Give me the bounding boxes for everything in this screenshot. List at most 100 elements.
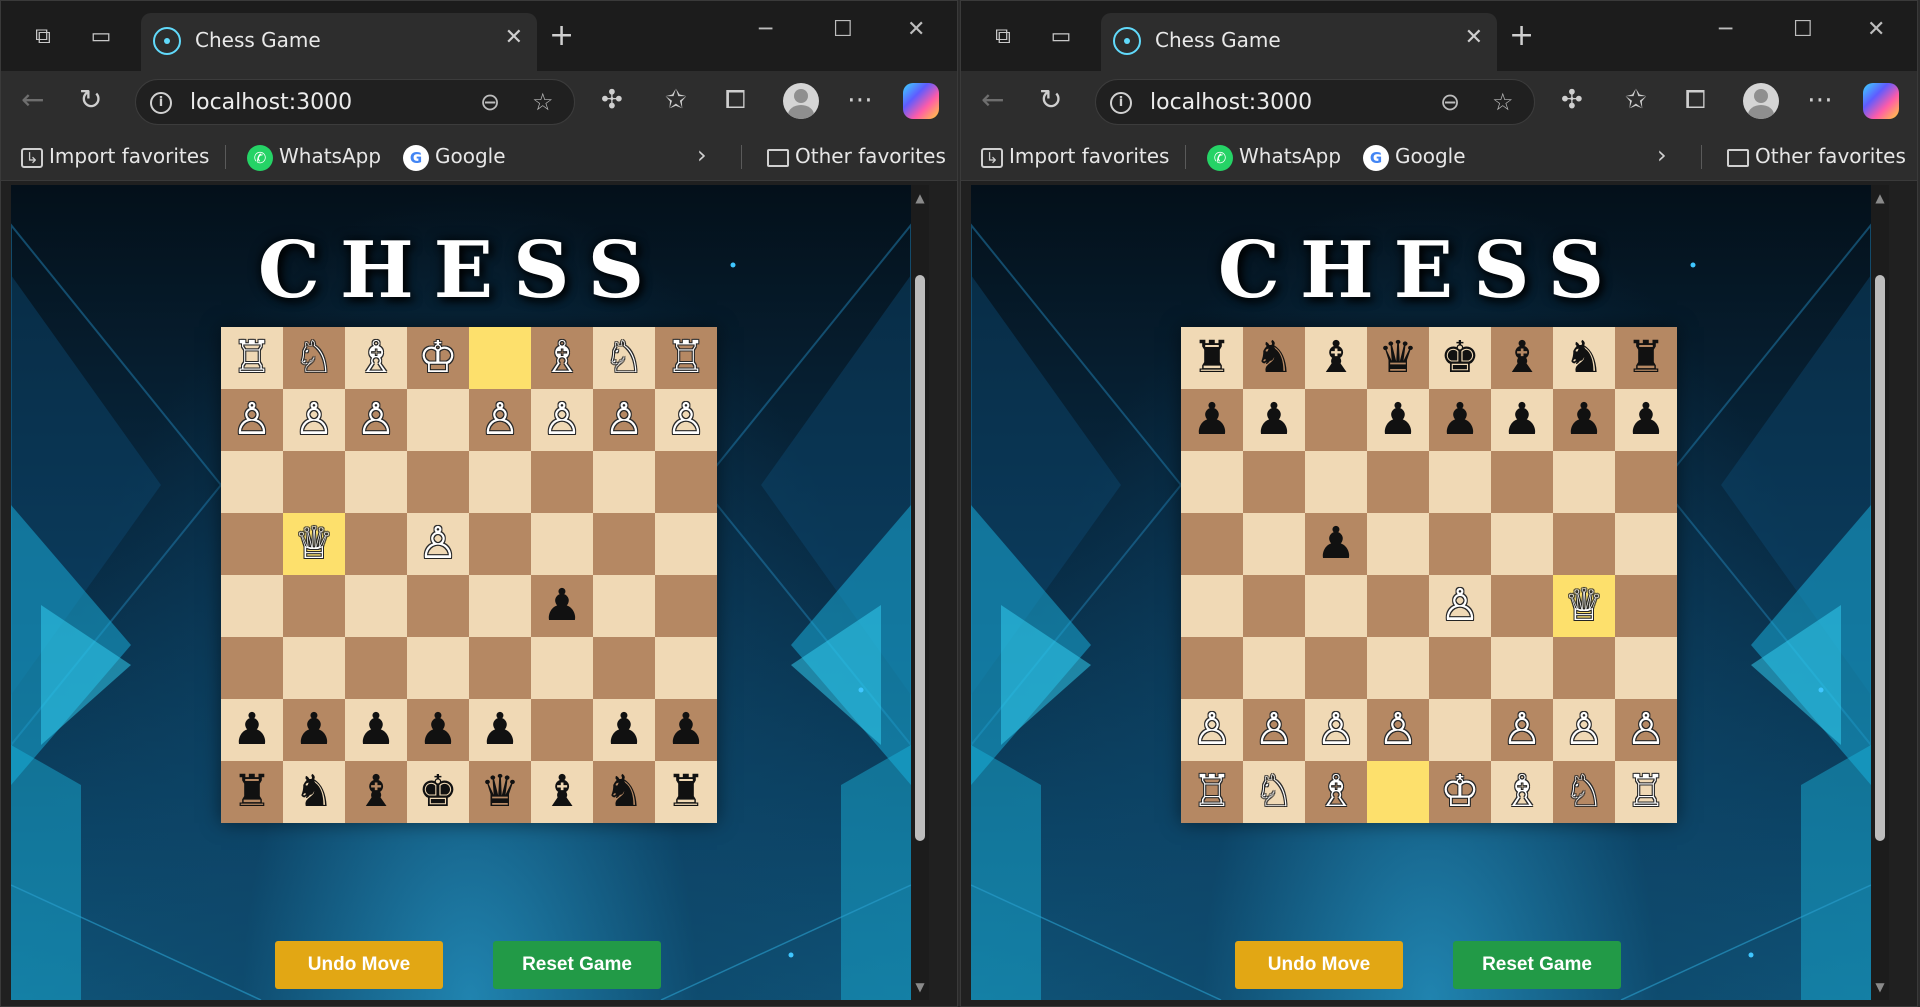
board-square[interactable] — [407, 637, 469, 699]
tab-chess-game[interactable]: Chess Game ✕ — [1101, 13, 1497, 71]
fav-whatsapp[interactable]: ✆ WhatsApp — [1207, 144, 1341, 171]
white-pawn-icon[interactable]: ♙ — [542, 389, 581, 451]
board-square[interactable]: ♚ — [1429, 327, 1491, 389]
white-rook-icon[interactable]: ♖ — [1626, 761, 1665, 823]
board-square[interactable] — [1429, 513, 1491, 575]
undo-move-button[interactable]: Undo Move — [275, 941, 443, 989]
board-square[interactable] — [1181, 575, 1243, 637]
board-square[interactable] — [407, 575, 469, 637]
board-square[interactable]: ♖ — [1615, 761, 1677, 823]
scroll-thumb[interactable] — [1875, 274, 1885, 841]
refresh-icon[interactable]: ↻ — [79, 85, 102, 115]
board-square[interactable]: ♟ — [345, 699, 407, 761]
board-square[interactable] — [1305, 451, 1367, 513]
black-pawn-icon[interactable]: ♟ — [294, 699, 333, 761]
white-pawn-icon[interactable]: ♙ — [1502, 699, 1541, 761]
site-info-icon[interactable]: i — [150, 92, 172, 114]
scroll-up-icon[interactable]: ▲ — [1873, 191, 1887, 205]
board-square[interactable]: ♙ — [1491, 699, 1553, 761]
site-info-icon[interactable]: i — [1110, 92, 1132, 114]
board-square[interactable]: ♝ — [1305, 327, 1367, 389]
white-bishop-icon[interactable]: ♗ — [1502, 761, 1541, 823]
board-square[interactable]: ♕ — [283, 513, 345, 575]
board-square[interactable]: ♞ — [593, 761, 655, 823]
address-bar[interactable]: i localhost:3000 ⊖ ☆ — [1095, 79, 1535, 125]
black-rook-icon[interactable]: ♜ — [232, 761, 271, 823]
board-square[interactable] — [1553, 513, 1615, 575]
board-square[interactable]: ♟ — [593, 699, 655, 761]
board-square[interactable] — [593, 637, 655, 699]
board-square[interactable]: ♚ — [407, 761, 469, 823]
board-square[interactable] — [345, 451, 407, 513]
zoom-out-icon[interactable]: ⊖ — [480, 88, 500, 116]
board-square[interactable] — [1367, 637, 1429, 699]
white-pawn-icon[interactable]: ♙ — [1626, 699, 1665, 761]
black-bishop-icon[interactable]: ♝ — [356, 761, 395, 823]
board-square[interactable]: ♖ — [655, 327, 717, 389]
scroll-down-icon[interactable]: ▼ — [1873, 980, 1887, 994]
board-square[interactable]: ♜ — [655, 761, 717, 823]
black-pawn-icon[interactable]: ♟ — [1502, 389, 1541, 451]
board-square[interactable]: ♙ — [221, 389, 283, 451]
chevron-right-icon[interactable]: › — [697, 141, 707, 169]
board-square[interactable]: ♖ — [1181, 761, 1243, 823]
board-square[interactable]: ♜ — [1615, 327, 1677, 389]
star-icon[interactable]: ☆ — [532, 88, 554, 116]
board-square[interactable] — [1553, 451, 1615, 513]
white-king-icon[interactable]: ♔ — [1440, 761, 1479, 823]
board-square[interactable] — [1181, 451, 1243, 513]
refresh-icon[interactable]: ↻ — [1039, 85, 1062, 115]
board-square[interactable] — [283, 451, 345, 513]
board-square[interactable] — [1243, 575, 1305, 637]
new-tab-button[interactable]: + — [549, 21, 574, 51]
black-rook-icon[interactable]: ♜ — [666, 761, 705, 823]
zoom-out-icon[interactable]: ⊖ — [1440, 88, 1460, 116]
board-square[interactable]: ♟ — [531, 575, 593, 637]
avatar[interactable] — [1743, 83, 1779, 119]
board-square[interactable] — [1615, 575, 1677, 637]
board-square[interactable] — [1367, 575, 1429, 637]
white-pawn-icon[interactable]: ♙ — [1564, 699, 1603, 761]
black-knight-icon[interactable]: ♞ — [1564, 327, 1603, 389]
workspaces-icon[interactable]: ⧉ — [989, 23, 1017, 51]
board-square[interactable] — [1367, 513, 1429, 575]
board-square[interactable]: ♙ — [655, 389, 717, 451]
black-pawn-icon[interactable]: ♟ — [1316, 513, 1355, 575]
chess-board[interactable]: ♖ ♘ ♗ ♔ ♗ ♘ ♖ ♙ ♙ ♙ ♙ ♙ ♙ ♙ ♕ ♙ ♟ ♟ ♟ ♟ ♟ ♟ ♟ ♟ ♜ ♞ ♝ ♚ ♛ ♝ ♞ ♜ — [221, 327, 717, 823]
scroll-thumb[interactable] — [915, 274, 925, 841]
black-queen-icon[interactable]: ♛ — [480, 761, 519, 823]
black-pawn-icon[interactable]: ♟ — [1378, 389, 1417, 451]
board-square[interactable]: ♙ — [1553, 699, 1615, 761]
star-icon[interactable]: ☆ — [1492, 88, 1514, 116]
board-square[interactable] — [1429, 451, 1491, 513]
new-tab-button[interactable]: + — [1509, 21, 1534, 51]
black-bishop-icon[interactable]: ♝ — [542, 761, 581, 823]
scroll-up-icon[interactable]: ▲ — [913, 191, 927, 205]
board-square[interactable]: ♞ — [1553, 327, 1615, 389]
board-square[interactable]: ♗ — [531, 327, 593, 389]
black-rook-icon[interactable]: ♜ — [1626, 327, 1665, 389]
black-pawn-icon[interactable]: ♟ — [1626, 389, 1665, 451]
board-square[interactable]: ♝ — [345, 761, 407, 823]
white-pawn-icon[interactable]: ♙ — [232, 389, 271, 451]
board-square[interactable]: ♜ — [221, 761, 283, 823]
board-square[interactable] — [407, 451, 469, 513]
board-square[interactable]: ♞ — [283, 761, 345, 823]
board-square[interactable] — [593, 513, 655, 575]
black-pawn-icon[interactable]: ♟ — [1440, 389, 1479, 451]
collections-icon[interactable]: ⧠ — [1685, 85, 1706, 115]
board-square[interactable] — [531, 699, 593, 761]
black-pawn-icon[interactable]: ♟ — [356, 699, 395, 761]
board-square[interactable] — [221, 575, 283, 637]
board-square[interactable] — [1553, 637, 1615, 699]
board-square[interactable] — [1491, 513, 1553, 575]
board-square[interactable]: ♟ — [283, 699, 345, 761]
board-square[interactable]: ♙ — [407, 513, 469, 575]
back-arrow-icon[interactable]: ← — [21, 85, 44, 115]
tab-close-icon[interactable]: ✕ — [505, 25, 523, 50]
white-knight-icon[interactable]: ♘ — [1564, 761, 1603, 823]
board-square[interactable] — [531, 451, 593, 513]
board-square[interactable]: ♟ — [1181, 389, 1243, 451]
board-square[interactable] — [1243, 451, 1305, 513]
minimize-icon[interactable]: ─ — [759, 17, 772, 42]
